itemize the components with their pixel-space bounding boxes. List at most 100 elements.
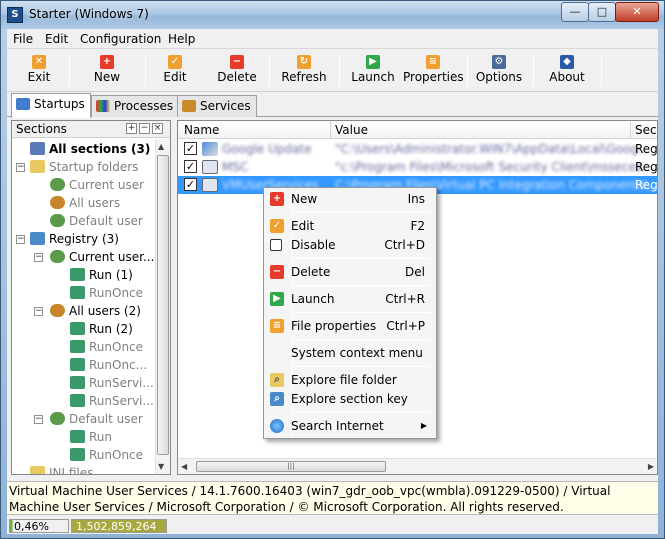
tab-services-label: Services <box>200 99 251 113</box>
exit-button[interactable]: ✕ Exit <box>11 52 67 90</box>
tree-scroll-thumb[interactable] <box>157 155 169 455</box>
tree-item-runonceex[interactable]: RunOnc... <box>70 356 147 374</box>
table-row[interactable]: ✓ Google Update "C:\Users\Administrator.… <box>178 140 657 158</box>
about-button[interactable]: ◆ About <box>539 52 595 90</box>
options-button[interactable]: ⚙ Options <box>471 52 527 90</box>
application-icon <box>202 178 218 192</box>
menu-configuration[interactable]: Configuration <box>80 32 161 46</box>
menu-item-shortcut: Del <box>405 265 425 279</box>
processes-icon <box>96 100 110 112</box>
properties-button[interactable]: ≡ Properties <box>403 52 464 90</box>
menu-item-edit[interactable]: ✓ Edit F2 <box>267 216 433 236</box>
tree-item-runservicesonce[interactable]: RunServi... <box>70 392 154 410</box>
delete-button[interactable]: − Delete <box>209 52 265 90</box>
menu-item-file-properties[interactable]: ≡ File properties Ctrl+P <box>267 316 433 336</box>
menu-item-explore-file-folder[interactable]: ⌕ Explore file folder <box>267 370 433 390</box>
menu-item-label: Disable <box>291 238 336 252</box>
refresh-button[interactable]: ↻ Refresh <box>275 52 333 90</box>
enabled-checkbox[interactable]: ✓ <box>184 178 197 191</box>
google-update-icon <box>202 142 218 156</box>
menu-item-system-context-menu[interactable]: System context menu <box>267 343 433 363</box>
tree-vertical-scrollbar[interactable]: ▲ ▼ <box>155 139 170 474</box>
expand-all-button[interactable]: + <box>126 123 137 134</box>
all-sections-icon <box>30 142 45 155</box>
menu-edit[interactable]: Edit <box>45 32 68 46</box>
tree-item-label: Startup folders <box>49 160 139 174</box>
tree-item-runonce[interactable]: RunOnce <box>70 338 143 356</box>
toolbar-separator <box>467 55 468 87</box>
services-icon <box>182 100 196 112</box>
collapse-toggle[interactable]: − <box>34 307 43 316</box>
column-value[interactable]: Value <box>335 123 368 137</box>
menu-separator <box>294 312 430 313</box>
tree-item-runonce[interactable]: RunOnce <box>70 446 143 464</box>
toolbar: ✕ Exit + New ✓ Edit − Delete ↻ Refresh ▶… <box>7 50 658 92</box>
minimize-button[interactable]: — <box>561 2 589 22</box>
column-divider[interactable] <box>330 121 331 139</box>
menu-help[interactable]: Help <box>168 32 195 46</box>
properties-icon: ≡ <box>270 319 284 333</box>
user-icon <box>50 178 65 191</box>
title-bar[interactable]: S Starter (Windows 7) — □ ✕ <box>1 1 664 29</box>
row-name: Google Update <box>222 142 312 156</box>
tab-services[interactable]: Services <box>177 95 257 117</box>
menu-item-new[interactable]: + New Ins <box>267 189 433 209</box>
tree-item-all-sections[interactable]: All sections (3) <box>30 140 150 158</box>
table-row[interactable]: ✓ MSC "c:\Program Files\Microsoft Securi… <box>178 158 657 176</box>
collapse-toggle[interactable]: − <box>16 163 25 172</box>
launch-button[interactable]: ▶ Launch <box>345 52 401 90</box>
scroll-left-icon[interactable]: ◀ <box>181 462 187 471</box>
tree-item-run[interactable]: Run (2) <box>70 320 133 338</box>
enabled-checkbox[interactable]: ✓ <box>184 160 197 173</box>
tree-item-registry[interactable]: Registry (3) <box>30 230 119 248</box>
tree-item-runonce[interactable]: RunOnce <box>70 284 143 302</box>
tree-item-registry-current-user[interactable]: Current user... <box>50 248 154 266</box>
tree-item-run[interactable]: Run <box>70 428 112 446</box>
tree-item-startup-folders[interactable]: Startup folders <box>30 158 138 176</box>
tree-item-label: All users (2) <box>69 304 141 318</box>
list-horizontal-scrollbar[interactable]: ◀ ||| ▶ <box>178 458 657 474</box>
tree-item-run[interactable]: Run (1) <box>70 266 133 284</box>
menu-item-explore-section-key[interactable]: ⌕ Explore section key <box>267 389 433 409</box>
menu-item-launch[interactable]: ▶ Launch Ctrl+R <box>267 289 433 309</box>
tree-item-registry-default-user[interactable]: Default user <box>50 410 143 428</box>
exit-icon: ✕ <box>32 55 46 69</box>
column-section[interactable]: Sec <box>635 123 657 137</box>
collapse-all-button[interactable]: − <box>139 123 150 134</box>
collapse-toggle[interactable]: − <box>16 235 25 244</box>
tree-item-default-user[interactable]: Default user <box>50 212 143 230</box>
collapse-toggle[interactable]: − <box>34 415 43 424</box>
enabled-checkbox[interactable]: ✓ <box>184 142 197 155</box>
scroll-right-icon[interactable]: ▶ <box>648 462 654 471</box>
tree-item-all-users[interactable]: All users <box>50 194 120 212</box>
scroll-down-icon[interactable]: ▼ <box>158 462 164 471</box>
edit-icon: ✓ <box>168 55 182 69</box>
tree-item-label: RunServi... <box>89 376 154 390</box>
tab-startups[interactable]: Startups <box>11 93 91 118</box>
collapse-toggle[interactable]: − <box>34 253 43 262</box>
column-divider[interactable] <box>630 121 631 139</box>
sections-tree[interactable]: Sections + − × All sections (3) − Startu… <box>11 120 171 475</box>
tree-item-registry-all-users[interactable]: All users (2) <box>50 302 141 320</box>
menu-item-disable[interactable]: Disable Ctrl+D <box>267 235 433 255</box>
scroll-up-icon[interactable]: ▲ <box>158 142 164 151</box>
maximize-button[interactable]: □ <box>588 2 616 22</box>
edit-button[interactable]: ✓ Edit <box>147 52 203 90</box>
tree-item-ini-files[interactable]: INI files <box>30 464 93 474</box>
new-button[interactable]: + New <box>77 52 137 90</box>
column-name[interactable]: Name <box>184 123 219 137</box>
about-label: About <box>549 70 585 84</box>
tab-processes[interactable]: Processes <box>91 95 180 117</box>
close-panel-button[interactable]: × <box>152 123 163 134</box>
list-scroll-thumb[interactable]: ||| <box>196 461 386 472</box>
menu-item-search-internet[interactable]: Search Internet ▶ <box>267 416 433 436</box>
tree-item-runservices[interactable]: RunServi... <box>70 374 154 392</box>
menu-item-delete[interactable]: − Delete Del <box>267 262 433 282</box>
registry-search-icon: ⌕ <box>270 392 284 406</box>
menu-item-shortcut: Ctrl+D <box>384 238 425 252</box>
menu-separator <box>294 366 430 367</box>
close-button[interactable]: ✕ <box>615 2 659 22</box>
menu-file[interactable]: File <box>13 32 33 46</box>
sections-title: Sections <box>16 122 67 136</box>
tree-item-current-user[interactable]: Current user <box>50 176 144 194</box>
